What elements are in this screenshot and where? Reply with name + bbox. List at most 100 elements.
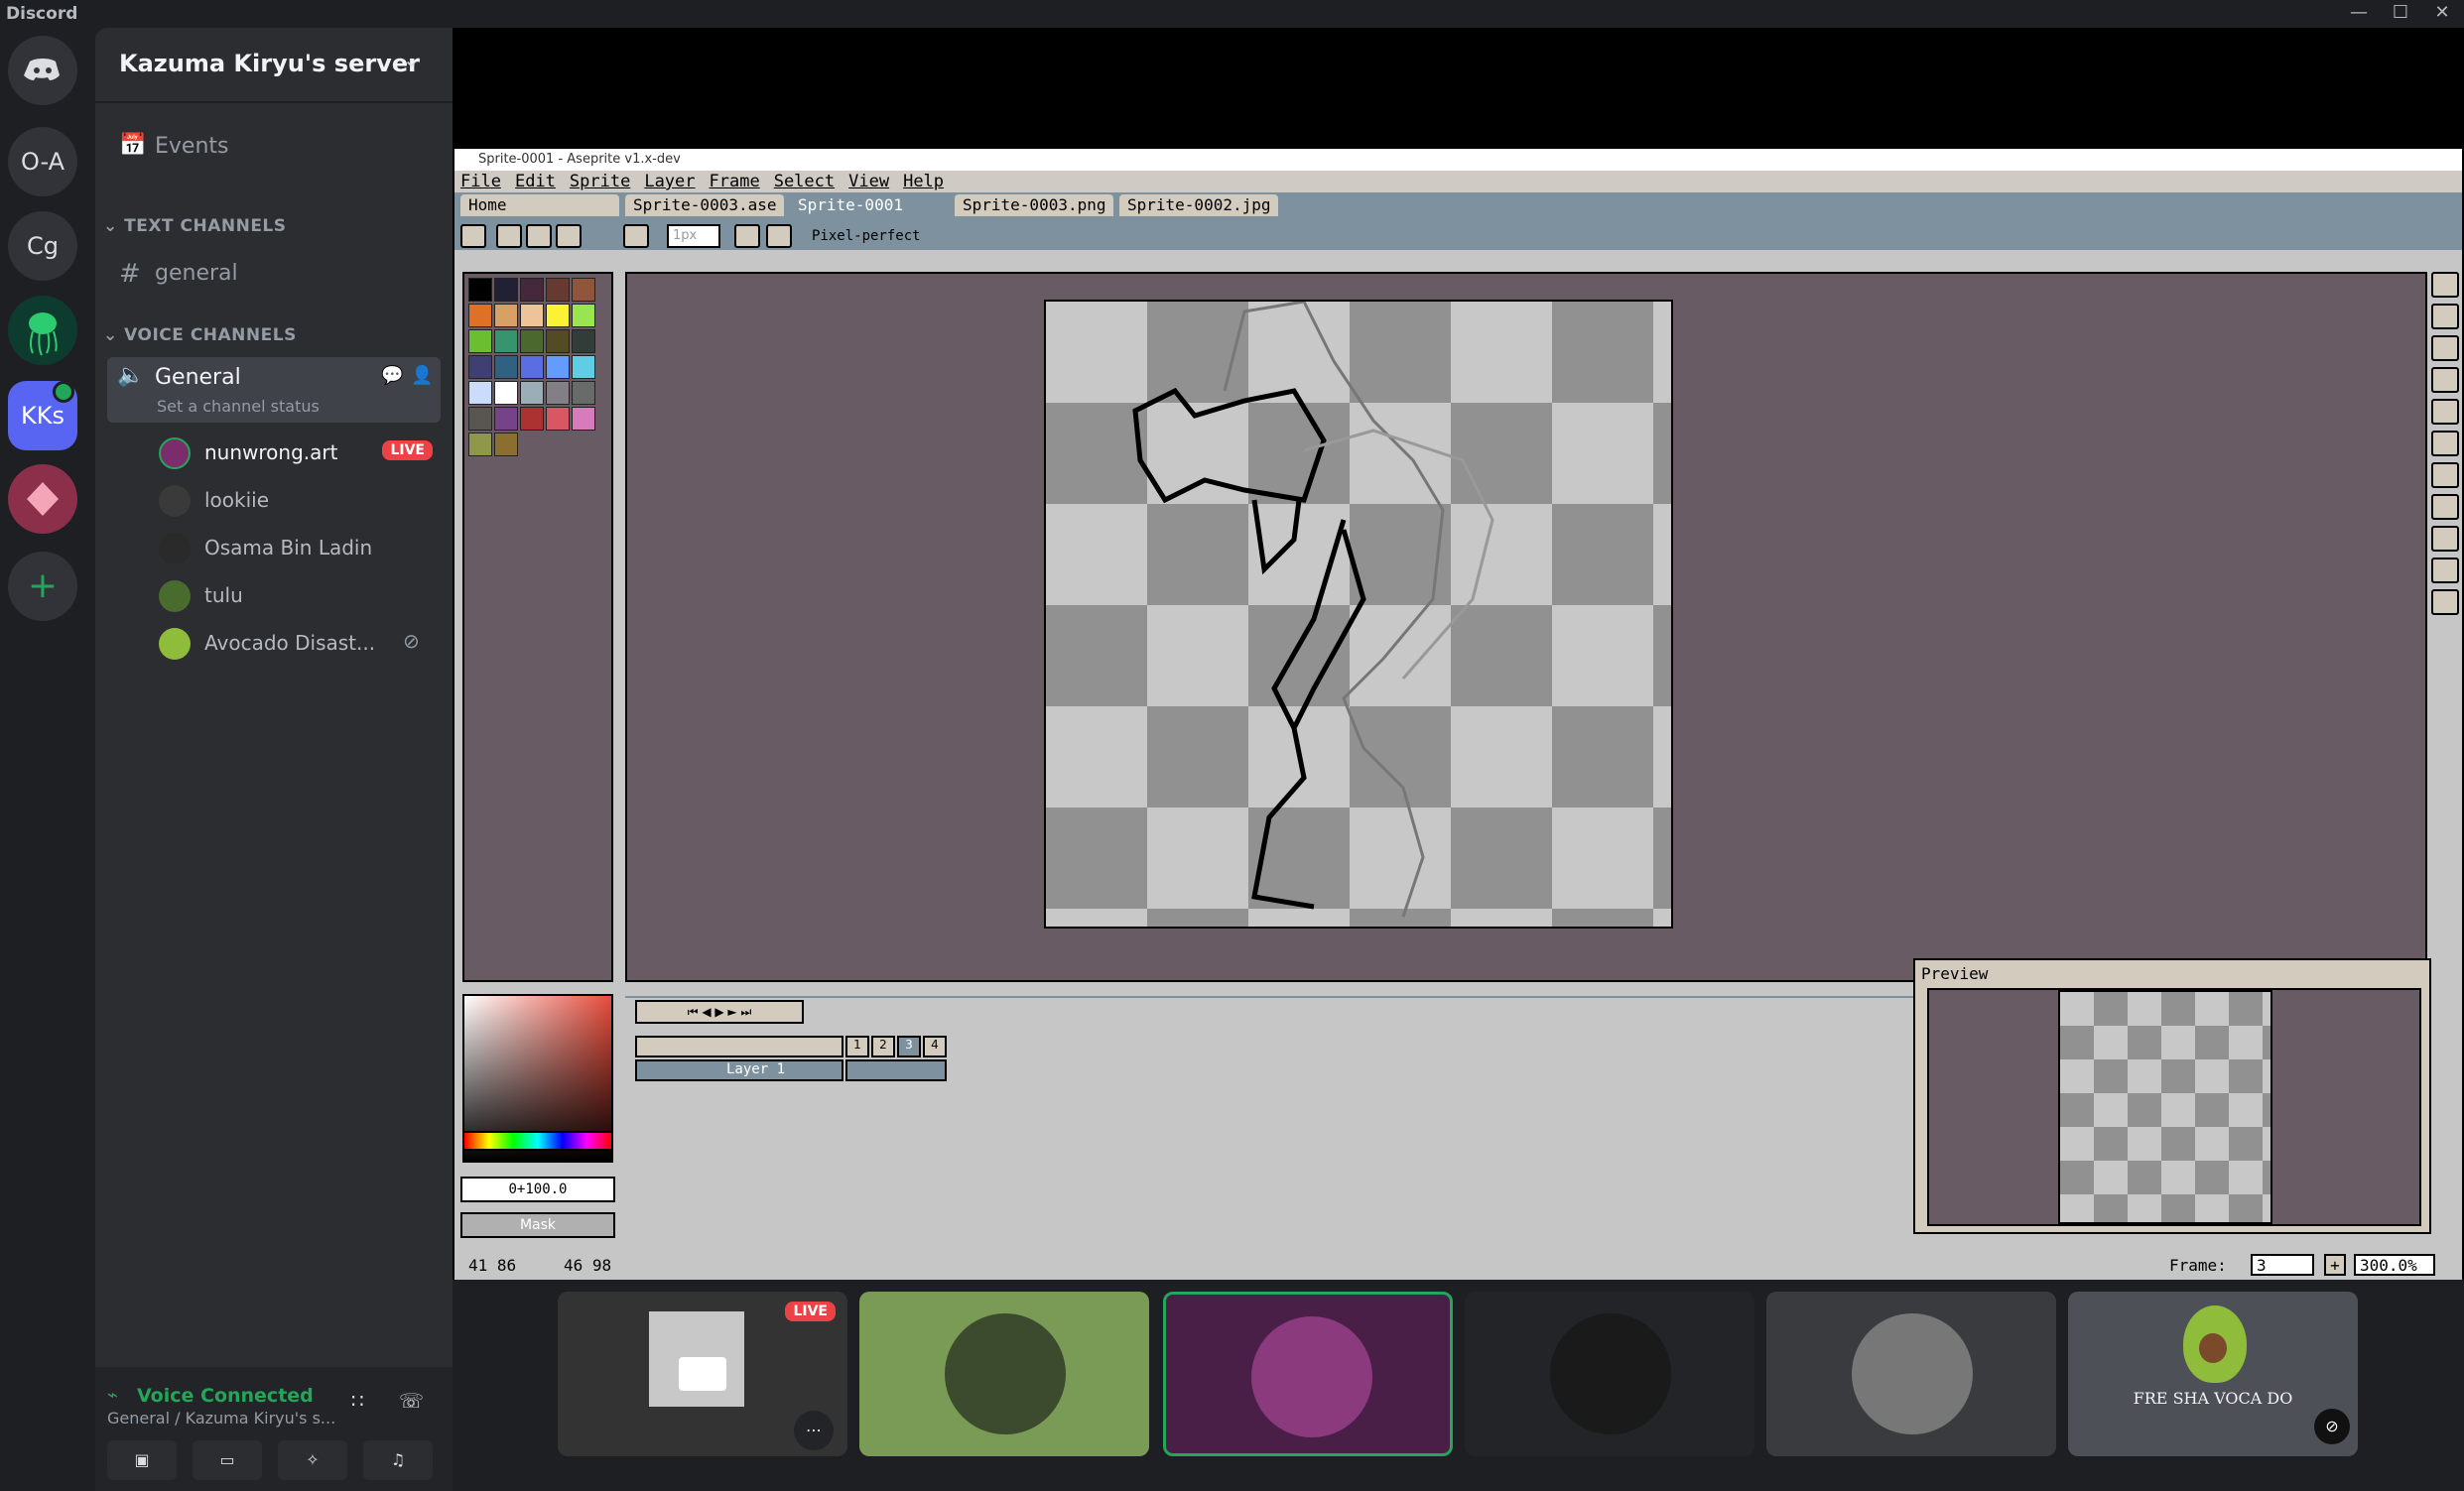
- participant-tile-avocado[interactable]: FRE SHA VOCA DO ⊘: [2068, 1292, 2358, 1456]
- move-icon[interactable]: [2431, 431, 2459, 456]
- blur-icon[interactable]: [2431, 558, 2459, 583]
- chevron-down-icon[interactable]: ⌄: [403, 48, 420, 71]
- opacity-icon[interactable]: [766, 224, 792, 248]
- menu-file[interactable]: File: [460, 171, 501, 192]
- swatch[interactable]: [546, 407, 570, 431]
- discord-home-icon[interactable]: [8, 36, 77, 105]
- participant-tile-speaking[interactable]: [1163, 1292, 1453, 1456]
- swatch[interactable]: [520, 304, 544, 327]
- member-tulu[interactable]: tulu: [159, 575, 437, 615]
- swatch[interactable]: [572, 278, 595, 302]
- voice-channels-category[interactable]: ⌄ VOICE CHANNELS: [103, 325, 297, 345]
- more-options-icon[interactable]: ⋯: [794, 1411, 834, 1450]
- swatch[interactable]: [546, 304, 570, 327]
- close-icon[interactable]: ✕: [2427, 2, 2457, 26]
- layer-row[interactable]: Layer 1: [635, 1059, 843, 1081]
- swatch[interactable]: [572, 355, 595, 379]
- eraser-icon[interactable]: [2431, 335, 2459, 361]
- chat-bubble-icon[interactable]: 💬: [381, 365, 403, 386]
- swatch[interactable]: [494, 355, 518, 379]
- activities-icon[interactable]: ✧: [278, 1440, 347, 1480]
- color-value-field[interactable]: 0+100.0: [460, 1177, 615, 1202]
- swatch[interactable]: [468, 278, 492, 302]
- canvas-area[interactable]: [625, 272, 2427, 982]
- channel-general-text[interactable]: # general: [107, 252, 441, 296]
- swatch[interactable]: [494, 433, 518, 456]
- swatch[interactable]: [494, 278, 518, 302]
- swatch[interactable]: [520, 407, 544, 431]
- swatch[interactable]: [494, 329, 518, 353]
- tab-sprite-0002-jpg[interactable]: Sprite-0002.jpg: [1119, 194, 1278, 216]
- playback-controls[interactable]: ⏮ ◀ ▶ ► ⏭: [635, 1000, 804, 1024]
- member-lookiie[interactable]: lookiie: [159, 480, 437, 520]
- swatch[interactable]: [520, 355, 544, 379]
- tab-sprite-0003-png[interactable]: Sprite-0003.png: [955, 194, 1113, 216]
- member-nunwrong[interactable]: nunwrong.art LIVE: [159, 433, 437, 472]
- swatch[interactable]: [494, 304, 518, 327]
- arrow-down-icon[interactable]: [496, 224, 522, 248]
- marquee-icon[interactable]: [2431, 272, 2459, 298]
- stream-tile-nunwrong[interactable]: LIVE ⋯: [558, 1292, 847, 1456]
- swatch[interactable]: [520, 329, 544, 353]
- swatch[interactable]: [468, 433, 492, 456]
- voice-location[interactable]: General / Kazuma Kiryu's s...: [107, 1409, 335, 1428]
- menu-icon[interactable]: [556, 224, 582, 248]
- zoom-input[interactable]: 300.0%: [2354, 1254, 2435, 1276]
- server-oa[interactable]: O-A: [8, 127, 77, 196]
- participant-tile-osama[interactable]: [1465, 1292, 1754, 1456]
- swatch[interactable]: [468, 329, 492, 353]
- frame-header[interactable]: 4: [923, 1036, 947, 1057]
- member-osama[interactable]: Osama Bin Ladin: [159, 528, 437, 567]
- swatch[interactable]: [546, 381, 570, 405]
- brush-type-icon[interactable]: [623, 224, 649, 248]
- menu-edit[interactable]: Edit: [515, 171, 556, 192]
- pencil-icon[interactable]: [2431, 304, 2459, 329]
- minimize-icon[interactable]: —: [2344, 2, 2374, 26]
- fill-icon[interactable]: [2431, 462, 2459, 488]
- voice-status[interactable]: Voice Connected: [137, 1385, 314, 1407]
- swatch[interactable]: [468, 381, 492, 405]
- save-icon[interactable]: [526, 224, 552, 248]
- swatch[interactable]: [468, 407, 492, 431]
- member-avocado[interactable]: Avocado Disast... ⊘: [159, 623, 437, 663]
- hue-slider[interactable]: [462, 1131, 613, 1151]
- rectangle-icon[interactable]: [2431, 526, 2459, 552]
- swatch[interactable]: [546, 355, 570, 379]
- soundboard-icon[interactable]: ♫: [363, 1440, 433, 1480]
- tab-sprite-0001[interactable]: Sprite-0001: [790, 194, 949, 216]
- frame-header[interactable]: 1: [845, 1036, 869, 1057]
- eyedropper-icon[interactable]: [2431, 367, 2459, 393]
- channel-status-label[interactable]: Set a channel status: [157, 397, 320, 416]
- maximize-icon[interactable]: ☐: [2386, 2, 2415, 26]
- server-cg[interactable]: Cg: [8, 211, 77, 281]
- pixel-perfect-toggle[interactable]: Pixel-perfect: [812, 228, 921, 244]
- swatch[interactable]: [572, 381, 595, 405]
- swatch[interactable]: [572, 407, 595, 431]
- disconnect-icon[interactable]: ☏: [399, 1389, 424, 1413]
- menu-select[interactable]: Select: [774, 171, 835, 192]
- swatch[interactable]: [494, 381, 518, 405]
- video-off-icon[interactable]: ▣: [107, 1440, 177, 1480]
- text-tool-icon[interactable]: [2431, 589, 2459, 615]
- brush-size-input[interactable]: 1px: [667, 224, 720, 248]
- ink-icon[interactable]: [734, 224, 760, 248]
- server-jellyfish-icon[interactable]: [8, 296, 77, 365]
- channel-general-voice[interactable]: 🔈 General Set a channel status 💬 👤: [107, 357, 441, 423]
- frame-header[interactable]: 2: [871, 1036, 895, 1057]
- server-header[interactable]: Kazuma Kiryu's server ⌄: [95, 28, 453, 103]
- screen-share-icon[interactable]: ▭: [193, 1440, 262, 1480]
- add-server-icon[interactable]: +: [8, 552, 77, 621]
- events-row[interactable]: 📅 Events: [107, 125, 441, 169]
- swatch[interactable]: [572, 329, 595, 353]
- swatch[interactable]: [468, 304, 492, 327]
- tab-sprite-0003-ase[interactable]: Sprite-0003.ase: [625, 194, 784, 216]
- swatch[interactable]: [468, 355, 492, 379]
- add-frame-icon[interactable]: +: [2324, 1254, 2346, 1276]
- participant-tile-tulu[interactable]: [859, 1292, 1149, 1456]
- line-icon[interactable]: [2431, 494, 2459, 520]
- swatch[interactable]: [546, 278, 570, 302]
- noise-icon[interactable]: ∷: [351, 1389, 364, 1413]
- swatch[interactable]: [572, 304, 595, 327]
- menu-frame[interactable]: Frame: [710, 171, 760, 192]
- menu-sprite[interactable]: Sprite: [570, 171, 630, 192]
